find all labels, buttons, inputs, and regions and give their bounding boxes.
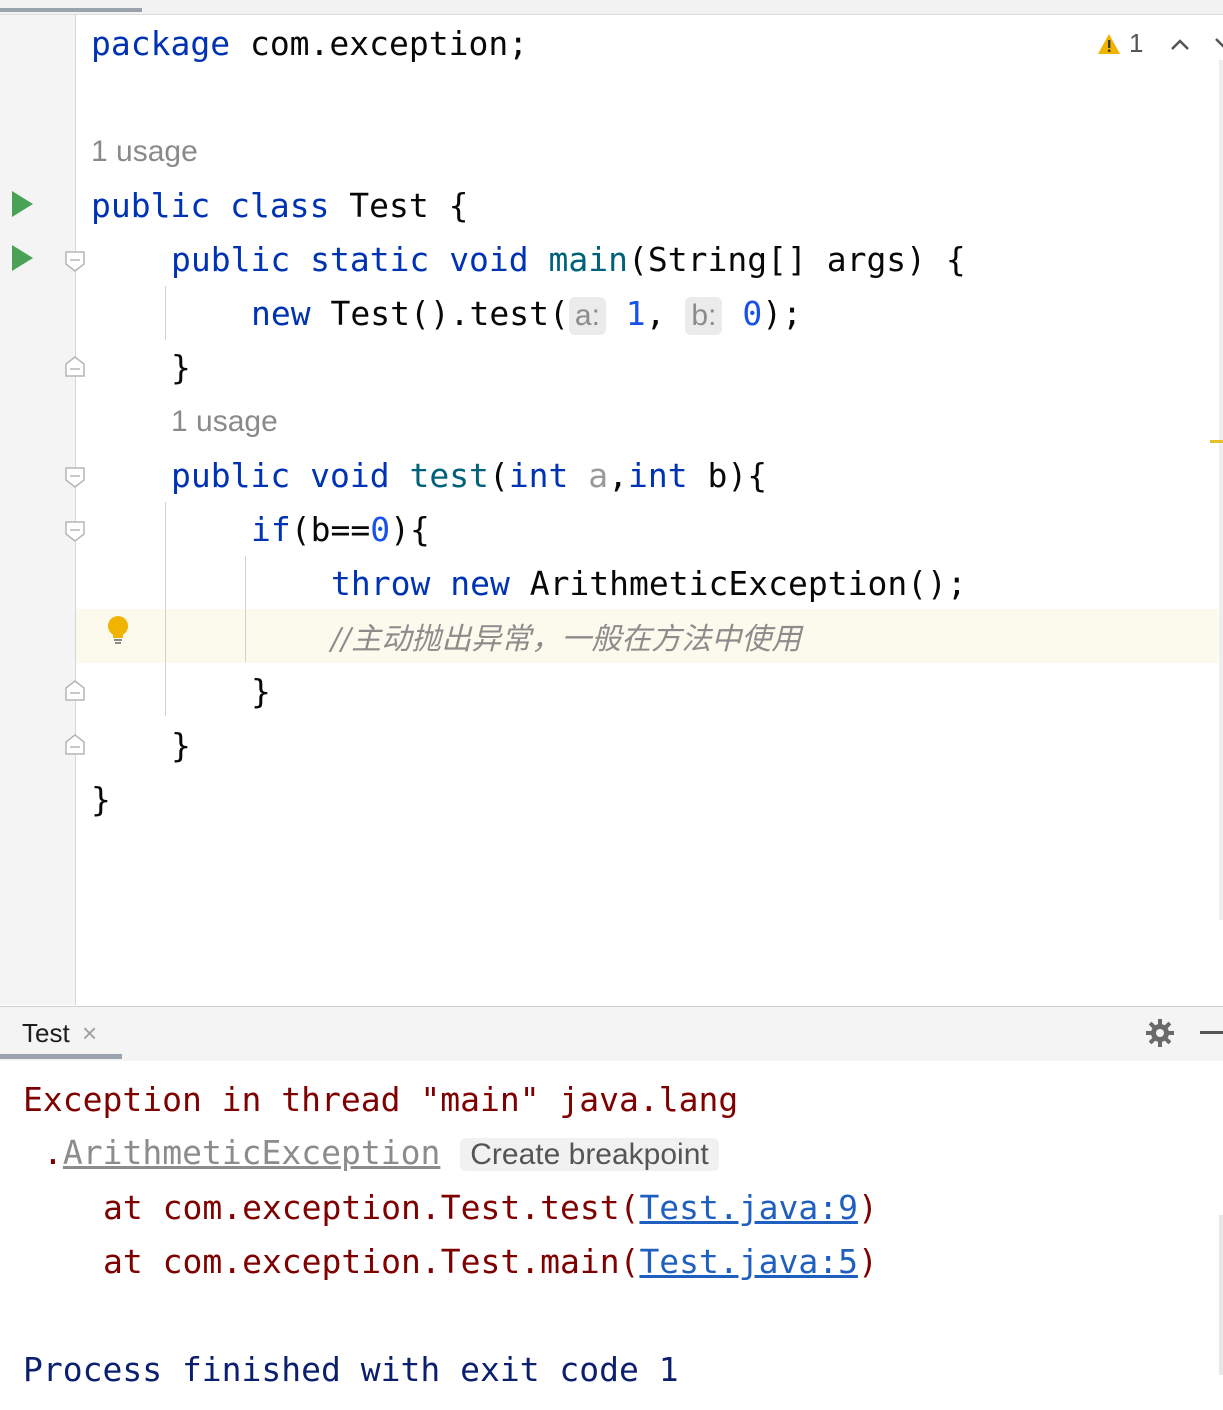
call-expression: Test().test( [310,294,569,333]
throw-expression: ArithmeticException(); [509,564,967,603]
stack-trace-line: at com.exception.Test.test(Test.java:9) [103,1189,878,1227]
usage-hint[interactable]: 1 usage [171,404,278,440]
create-breakpoint-button[interactable]: Create breakpoint [460,1138,719,1171]
keyword: int [508,456,569,495]
paren: ) [857,1188,878,1227]
method-name: main [548,240,629,279]
exception-class-link[interactable]: ArithmeticException [63,1133,441,1172]
fold-icon[interactable] [64,680,86,702]
stack-frame: at com.exception.Test.main( [103,1242,640,1281]
keyword: class [230,186,330,225]
chevron-down-icon[interactable] [1213,37,1223,51]
code-line[interactable]: } [171,727,191,765]
package-name: com.exception; [230,24,529,63]
code-comment: //主动抛出异常，一般在方法中使用 [331,622,802,657]
close-icon[interactable]: × [82,1018,97,1049]
code-line[interactable]: if(b==0){ [251,511,430,549]
condition-end: ){ [390,510,430,549]
keyword: new [450,564,510,603]
fold-icon[interactable] [64,356,86,378]
keyword: throw [331,564,431,603]
keyword: public [91,186,211,225]
fold-icon[interactable] [64,466,86,488]
active-tab-indicator [0,8,142,12]
paren: ) [857,1242,878,1281]
code-line[interactable]: new Test().test(a: 1, b: 0); [251,295,802,335]
fold-icon[interactable] [64,734,86,756]
run-icon[interactable] [12,191,33,217]
code-line[interactable]: } [91,781,111,819]
unused-parameter: a [588,456,609,495]
number-literal: 0 [370,510,391,549]
source-link[interactable]: Test.java:9 [639,1188,858,1227]
code-line[interactable]: //主动抛出异常，一般在方法中使用 [331,619,801,659]
code-line[interactable]: public void test(int a,int b){ [171,457,767,495]
run-icon[interactable] [12,245,33,271]
fold-icon[interactable] [64,520,86,542]
keyword: void [310,456,390,495]
number-literal: 1 [625,294,646,333]
chevron-up-icon[interactable] [1169,37,1191,51]
parameter-hint: a: [568,297,606,335]
keyword: package [91,24,231,63]
code-line[interactable]: } [171,349,191,387]
brace: } [171,348,191,387]
class-name: Test { [329,186,469,225]
keyword: public [171,456,291,495]
keyword: static [310,240,430,279]
keyword: public [171,240,291,279]
condition: (b== [290,510,371,549]
warning-stripe-marker[interactable] [1210,440,1223,443]
tab-strip [0,0,1223,15]
console-scrollbar[interactable] [1219,1215,1223,1375]
code-line[interactable]: throw new ArithmeticException(); [331,565,967,603]
keyword: if [251,510,291,549]
brace: } [171,726,191,765]
stack-frame: at com.exception.Test.test( [103,1188,640,1227]
keyword: new [251,294,311,333]
parameter-hint: b: [685,297,723,335]
warning-icon[interactable] [1097,33,1121,55]
source-link[interactable]: Test.java:5 [639,1242,858,1281]
usage-hint[interactable]: 1 usage [91,134,198,170]
number-literal: 0 [742,294,763,333]
inspection-widget[interactable]: 1 [1097,28,1223,59]
indent-guide [165,286,166,340]
run-panel-header [0,1006,1223,1062]
code-line[interactable]: public static void main(String[] args) { [171,241,966,279]
bulb-icon[interactable] [106,615,130,645]
separator: , [645,294,686,333]
gear-icon[interactable] [1144,1017,1176,1049]
code-line[interactable]: package com.exception; [91,25,528,63]
exception-line: Exception in thread "main" java.lang [23,1080,739,1119]
code-line[interactable]: } [251,673,271,711]
minimize-icon[interactable] [1200,1031,1223,1034]
fold-icon[interactable] [64,250,86,272]
active-run-tab-indicator [0,1054,122,1059]
run-tab[interactable]: Test [22,1018,70,1049]
call-end: ); [762,294,802,333]
exception-dot: . [43,1133,63,1172]
indent-guide [245,556,246,662]
method-name: test [409,456,489,495]
paren: ( [488,456,509,495]
exception-class-line: .ArithmeticException Create breakpoint [43,1134,719,1174]
brace: } [91,780,111,819]
editor-scrollbar[interactable] [1219,60,1223,920]
keyword: void [449,240,529,279]
stack-trace-line: at com.exception.Test.main(Test.java:5) [103,1243,878,1281]
separator: , [608,456,629,495]
warning-count[interactable]: 1 [1129,28,1143,59]
keyword: int [628,456,688,495]
method-signature: b){ [687,456,768,495]
indent-guide [165,502,166,716]
code-line[interactable]: public class Test { [91,187,469,225]
method-signature: (String[] args) { [628,240,966,279]
editor-gutter [0,15,76,1005]
process-finished-line: Process finished with exit code 1 [23,1350,679,1389]
brace: } [251,672,271,711]
